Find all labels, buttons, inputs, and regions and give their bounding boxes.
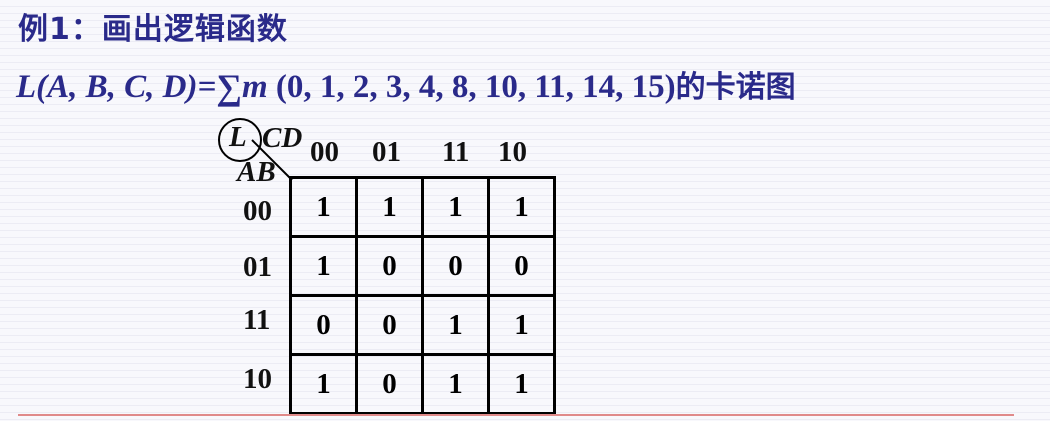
kmap-cell: 1 — [487, 294, 556, 356]
col-header: 11 — [442, 136, 470, 168]
kmap-cell: 0 — [421, 235, 490, 297]
kmap-cell: 1 — [421, 294, 490, 356]
karnaugh-map: 1 1 1 1 1 0 0 0 0 0 1 1 1 0 1 1 — [289, 176, 556, 415]
cd-variable-label: CD — [262, 122, 303, 154]
kmap-cell: 1 — [355, 176, 424, 238]
col-header: 00 — [310, 136, 339, 168]
row-header: 01 — [243, 251, 272, 283]
kmap-cell: 1 — [289, 235, 358, 297]
kmap-cell: 0 — [289, 294, 358, 356]
function-label: L — [229, 121, 247, 153]
kmap-cell: 0 — [355, 353, 424, 415]
kmap-cell: 1 — [487, 353, 556, 415]
kmap-cell: 0 — [487, 235, 556, 297]
kmap-cell: 1 — [421, 353, 490, 415]
footer-divider — [18, 414, 1014, 416]
kmap-cell: 1 — [289, 353, 358, 415]
row-header: 11 — [243, 304, 271, 336]
kmap-row: 1 0 1 1 — [289, 353, 556, 415]
kmap-row: 0 0 1 1 — [289, 294, 556, 356]
kmap-cell: 0 — [355, 235, 424, 297]
kmap-cell: 1 — [421, 176, 490, 238]
ab-variable-label: AB — [237, 156, 276, 188]
row-header: 10 — [243, 363, 272, 395]
kmap-row: 1 1 1 1 — [289, 176, 556, 238]
row-header: 00 — [243, 195, 272, 227]
col-header: 01 — [372, 136, 401, 168]
kmap-cell: 1 — [487, 176, 556, 238]
kmap-cell: 1 — [289, 176, 358, 238]
col-header: 10 — [498, 136, 527, 168]
kmap-cell: 0 — [355, 294, 424, 356]
kmap-row: 1 0 0 0 — [289, 235, 556, 297]
